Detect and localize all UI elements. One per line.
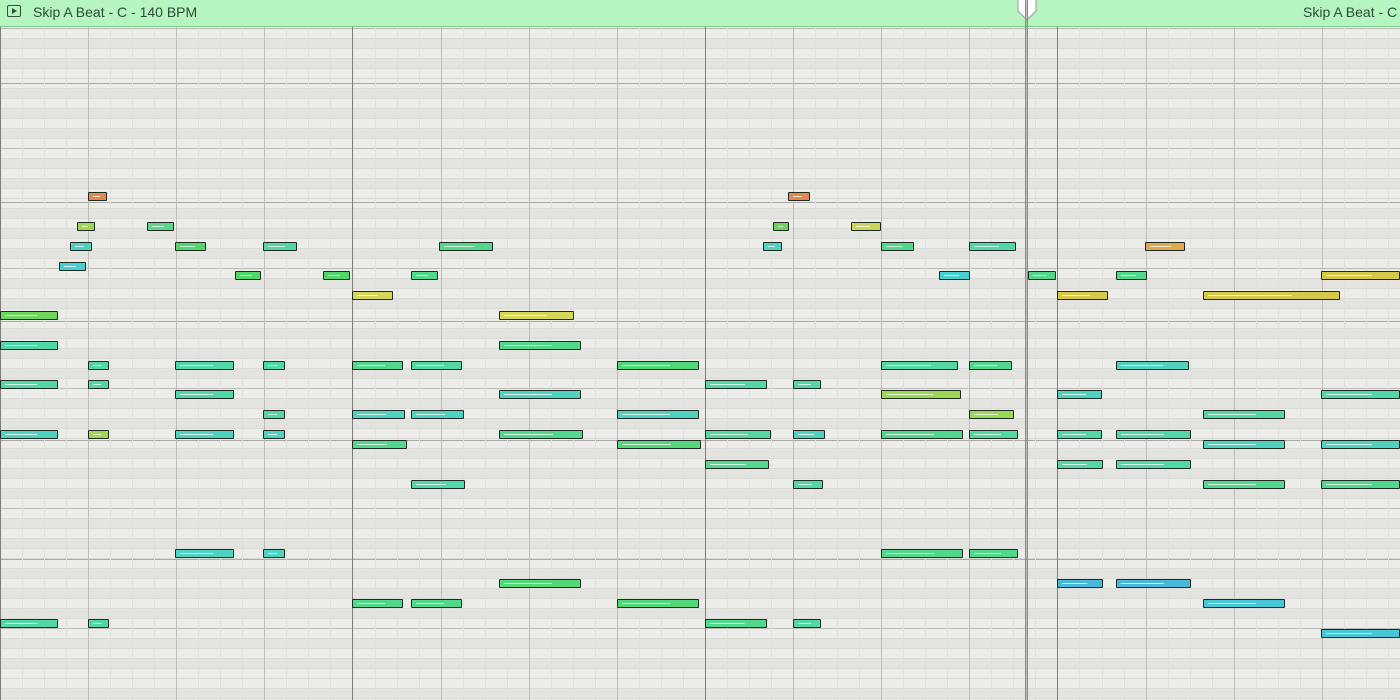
midi-note[interactable]: [705, 619, 767, 628]
midi-note[interactable]: [88, 430, 109, 439]
midi-note[interactable]: [499, 579, 581, 588]
midi-note[interactable]: [175, 549, 234, 558]
midi-note[interactable]: [323, 271, 350, 280]
midi-note[interactable]: [499, 390, 581, 399]
midi-note[interactable]: [763, 242, 782, 251]
region-play-icon[interactable]: [7, 5, 21, 17]
midi-note[interactable]: [1057, 291, 1108, 300]
midi-note[interactable]: [1321, 440, 1400, 449]
midi-note[interactable]: [352, 361, 403, 370]
midi-note[interactable]: [1321, 480, 1400, 489]
midi-note[interactable]: [499, 430, 583, 439]
midi-note[interactable]: [705, 380, 767, 389]
region-header[interactable]: Skip A Beat - C - 140 BPM Skip A Beat - …: [0, 0, 1400, 27]
midi-note[interactable]: [0, 619, 58, 628]
midi-note[interactable]: [793, 480, 823, 489]
midi-note[interactable]: [352, 440, 407, 449]
midi-note[interactable]: [793, 380, 821, 389]
midi-note[interactable]: [77, 222, 95, 231]
midi-note[interactable]: [352, 291, 393, 300]
midi-note[interactable]: [499, 341, 581, 350]
midi-note[interactable]: [1145, 242, 1185, 251]
midi-note[interactable]: [59, 262, 86, 271]
midi-note[interactable]: [88, 380, 109, 389]
midi-note[interactable]: [1203, 480, 1285, 489]
midi-note[interactable]: [235, 271, 261, 280]
midi-note[interactable]: [175, 242, 206, 251]
midi-note[interactable]: [969, 410, 1014, 419]
midi-note[interactable]: [1116, 271, 1147, 280]
midi-note[interactable]: [263, 242, 297, 251]
midi-note[interactable]: [1203, 440, 1285, 449]
midi-note[interactable]: [881, 390, 961, 399]
region-title-repeat: Skip A Beat - C: [1303, 4, 1398, 20]
midi-note[interactable]: [1057, 390, 1102, 399]
midi-note[interactable]: [1028, 271, 1056, 280]
midi-note[interactable]: [88, 192, 107, 201]
midi-note[interactable]: [411, 480, 465, 489]
midi-note[interactable]: [617, 361, 699, 370]
piano-roll-grid[interactable]: [0, 0, 1400, 700]
midi-note[interactable]: [1321, 629, 1400, 638]
midi-note[interactable]: [1057, 460, 1103, 469]
midi-note[interactable]: [881, 549, 963, 558]
midi-note[interactable]: [881, 361, 958, 370]
midi-note[interactable]: [1321, 390, 1400, 399]
midi-note[interactable]: [352, 599, 403, 608]
midi-note[interactable]: [411, 271, 438, 280]
midi-note[interactable]: [411, 410, 464, 419]
midi-note[interactable]: [1057, 579, 1103, 588]
midi-note[interactable]: [263, 410, 285, 419]
midi-note[interactable]: [1116, 430, 1191, 439]
midi-note[interactable]: [175, 390, 234, 399]
midi-note[interactable]: [411, 599, 462, 608]
region-title: Skip A Beat - C - 140 BPM: [33, 4, 198, 20]
midi-note[interactable]: [1116, 361, 1189, 370]
midi-note[interactable]: [175, 361, 234, 370]
midi-note[interactable]: [617, 410, 699, 419]
midi-note[interactable]: [969, 549, 1018, 558]
midi-note[interactable]: [499, 311, 574, 320]
midi-note[interactable]: [411, 361, 462, 370]
midi-note[interactable]: [773, 222, 789, 231]
midi-note[interactable]: [939, 271, 970, 280]
midi-note[interactable]: [1203, 599, 1285, 608]
midi-note[interactable]: [705, 430, 771, 439]
midi-note[interactable]: [1321, 271, 1400, 280]
midi-note[interactable]: [88, 619, 109, 628]
midi-note[interactable]: [263, 361, 285, 370]
midi-note[interactable]: [1116, 579, 1191, 588]
midi-note[interactable]: [881, 242, 914, 251]
midi-note[interactable]: [793, 619, 821, 628]
midi-note[interactable]: [439, 242, 493, 251]
midi-note[interactable]: [969, 242, 1016, 251]
midi-note[interactable]: [263, 549, 285, 558]
midi-note[interactable]: [70, 242, 92, 251]
midi-note[interactable]: [0, 380, 58, 389]
midi-note[interactable]: [617, 440, 701, 449]
midi-note[interactable]: [1203, 410, 1285, 419]
midi-note[interactable]: [969, 361, 1012, 370]
midi-note[interactable]: [788, 192, 810, 201]
midi-note[interactable]: [851, 222, 881, 231]
midi-note[interactable]: [0, 430, 58, 439]
midi-note[interactable]: [175, 430, 234, 439]
playhead-line: [1025, 0, 1028, 700]
piano-roll-editor[interactable]: Skip A Beat - C - 140 BPM Skip A Beat - …: [0, 0, 1400, 700]
midi-note[interactable]: [617, 599, 699, 608]
midi-note[interactable]: [881, 430, 963, 439]
midi-note[interactable]: [1203, 291, 1340, 300]
midi-note[interactable]: [0, 311, 58, 320]
midi-note[interactable]: [88, 361, 109, 370]
midi-note[interactable]: [352, 410, 405, 419]
midi-note[interactable]: [705, 460, 769, 469]
midi-note[interactable]: [263, 430, 285, 439]
midi-note[interactable]: [1116, 460, 1191, 469]
midi-note[interactable]: [0, 341, 58, 350]
midi-note[interactable]: [969, 430, 1018, 439]
midi-note[interactable]: [147, 222, 174, 231]
midi-note[interactable]: [793, 430, 825, 439]
midi-note[interactable]: [1057, 430, 1102, 439]
